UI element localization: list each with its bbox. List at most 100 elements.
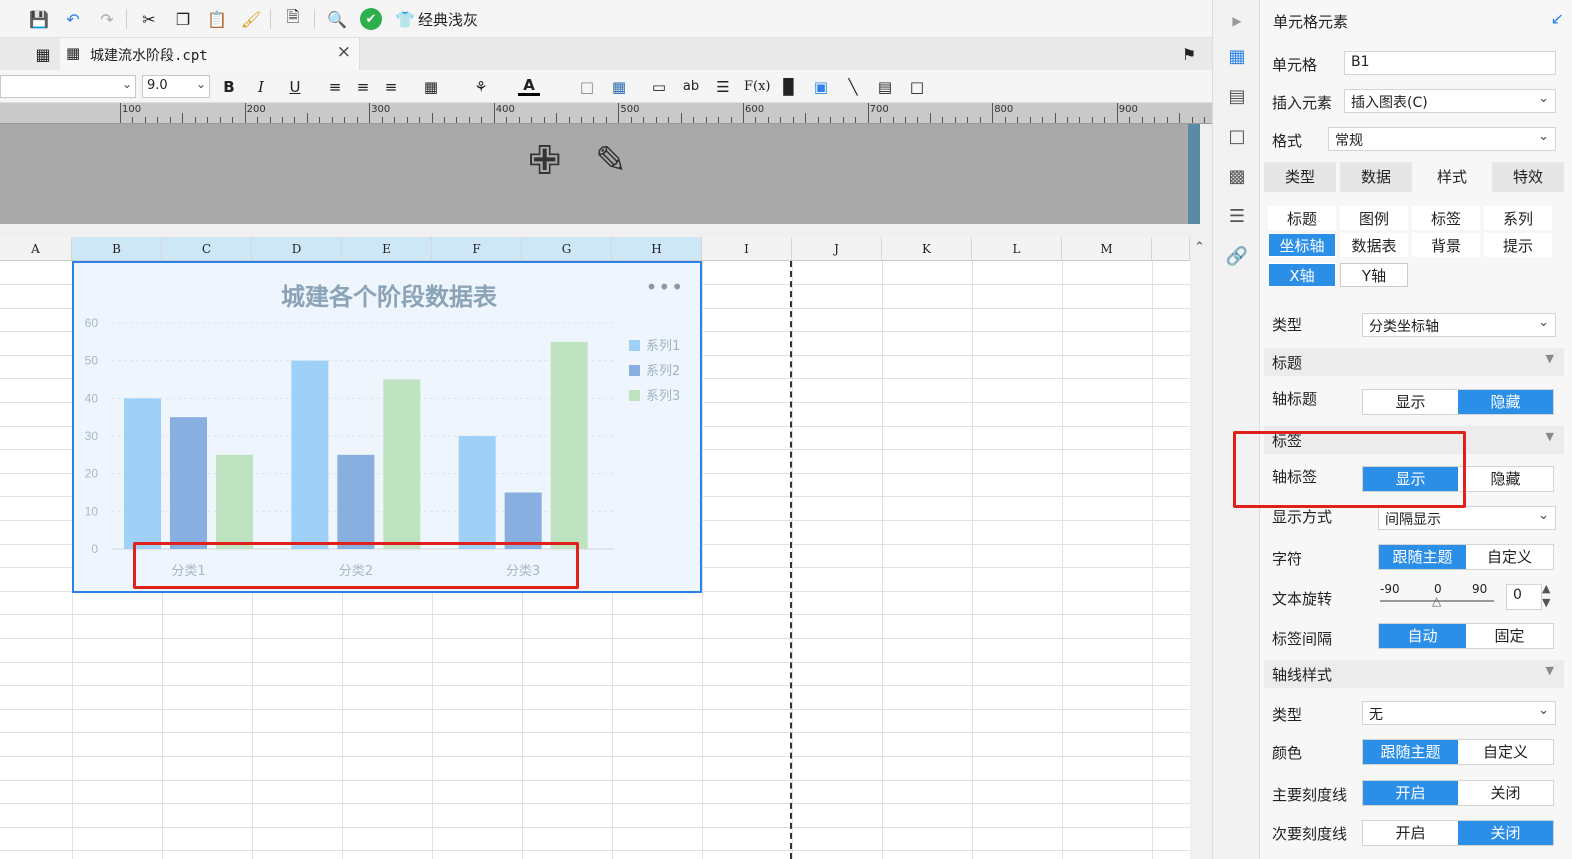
column-header-f[interactable]: F — [432, 237, 522, 261]
chart-icon[interactable]: ▉ — [778, 76, 800, 98]
color-toggle[interactable]: 跟随主题 自定义 — [1362, 739, 1554, 765]
redo-icon[interactable]: ↷ — [96, 8, 118, 30]
float-element-icon[interactable]: □ — [1225, 126, 1249, 150]
chevron-up-icon[interactable]: ⌃ — [1194, 240, 1205, 255]
column-header-a[interactable]: A — [0, 237, 72, 261]
align-right-icon[interactable]: ≡ — [380, 76, 402, 98]
interval-fixed[interactable]: 固定 — [1466, 624, 1553, 648]
section-title[interactable]: 标题 ▼ — [1264, 348, 1564, 376]
tab-effect[interactable]: 特效 — [1492, 162, 1564, 192]
column-header-k[interactable]: K — [882, 237, 972, 261]
pencil-icon[interactable]: ✎ — [595, 138, 627, 182]
axis-title-show[interactable]: 显示 — [1363, 390, 1458, 414]
char-toggle[interactable]: 跟随主题 自定义 — [1378, 544, 1554, 570]
format-painter-icon[interactable]: 🖌 — [240, 8, 262, 30]
axis-label-hide[interactable]: 隐藏 — [1458, 467, 1553, 491]
check-icon[interactable]: ✔ — [360, 8, 382, 30]
eye-slash-icon[interactable]: ✙ — [528, 138, 562, 184]
minor-tick-toggle[interactable]: 开启 关闭 — [1362, 820, 1554, 846]
subtab-axis[interactable]: 坐标轴 — [1268, 233, 1336, 257]
flag-menu-icon[interactable]: ⚑ — [1178, 43, 1200, 65]
color-custom[interactable]: 自定义 — [1458, 740, 1553, 764]
sub-report-icon[interactable]: ▤ — [874, 76, 896, 98]
subtab-label[interactable]: 标签 — [1412, 206, 1480, 230]
font-size-select[interactable]: 9.0 ⌄ — [142, 75, 210, 98]
header-scrollbar[interactable] — [1188, 124, 1200, 224]
slash-icon[interactable]: ╲ — [842, 76, 864, 98]
condition-icon[interactable]: ☰ — [1225, 206, 1249, 230]
legend-item[interactable]: 系列3 — [629, 385, 680, 404]
cell-element-icon[interactable]: ▦ — [1225, 46, 1249, 70]
widget-icon[interactable]: ▩ — [1225, 166, 1249, 190]
save-icon[interactable]: 💾 — [28, 8, 50, 30]
tab-y-axis[interactable]: Y轴 — [1340, 263, 1408, 287]
major-tick-toggle[interactable]: 开启 关闭 — [1362, 780, 1554, 806]
axis-title-toggle[interactable]: 显示 隐藏 — [1362, 389, 1554, 415]
tab-x-axis[interactable]: X轴 — [1268, 263, 1336, 287]
table-icon[interactable]: ▦ — [608, 76, 630, 98]
align-left-icon[interactable]: ≡ — [324, 76, 346, 98]
char-custom[interactable]: 自定义 — [1466, 545, 1553, 569]
section-axis-style[interactable]: 轴线样式 ▼ — [1264, 660, 1564, 688]
column-header-d[interactable]: D — [252, 237, 342, 261]
close-icon[interactable]: × — [337, 42, 351, 62]
char-follow-theme[interactable]: 跟随主题 — [1379, 545, 1466, 569]
insert-text-box-icon[interactable]: ▭ — [648, 76, 670, 98]
insert-select[interactable]: 插入图表(C) ⌄ — [1344, 89, 1556, 113]
font-family-select[interactable]: ⌄ — [0, 75, 136, 98]
chevron-right-icon[interactable]: ▶ — [1225, 14, 1249, 38]
more-insert-icon[interactable]: □ — [906, 76, 928, 98]
subtab-title[interactable]: 标题 — [1268, 206, 1336, 230]
tab-type[interactable]: 类型 — [1264, 162, 1336, 192]
major-tick-off[interactable]: 关闭 — [1458, 781, 1553, 805]
fill-color-icon[interactable]: ⚘ — [470, 76, 492, 98]
rotation-slider-handle[interactable]: △ — [1432, 594, 1441, 608]
image-icon[interactable]: ▣ — [810, 76, 832, 98]
underline-icon[interactable]: U — [284, 76, 306, 98]
line-type-select[interactable]: 无 ⌄ — [1362, 701, 1556, 725]
theme-label[interactable]: 经典浅灰 — [418, 9, 478, 30]
insert-text-icon[interactable]: ab — [680, 76, 702, 98]
column-header-b[interactable]: B — [72, 237, 162, 261]
axis-title-hide[interactable]: 隐藏 — [1458, 390, 1553, 414]
font-color-icon[interactable]: A — [518, 76, 540, 96]
border-icon[interactable]: ▦ — [420, 76, 442, 98]
rotation-stepper-icon[interactable]: ▲ ▼ — [1542, 582, 1550, 610]
column-header-c[interactable]: C — [162, 237, 252, 261]
italic-icon[interactable]: I — [250, 76, 272, 98]
minor-tick-off[interactable]: 关闭 — [1458, 821, 1553, 845]
column-header-g[interactable]: G — [522, 237, 612, 261]
column-header-e[interactable]: E — [342, 237, 432, 261]
rich-text-icon[interactable]: ☰ — [712, 76, 734, 98]
interval-toggle[interactable]: 自动 固定 — [1378, 623, 1554, 649]
merge-icon[interactable]: □ — [576, 76, 598, 98]
subtab-legend[interactable]: 图例 — [1340, 206, 1408, 230]
subtab-tooltip[interactable]: 提示 — [1484, 233, 1552, 257]
major-tick-on[interactable]: 开启 — [1363, 781, 1458, 805]
tab-style[interactable]: 样式 — [1416, 162, 1488, 192]
column-header-m[interactable]: M — [1062, 237, 1152, 261]
column-header-j[interactable]: J — [792, 237, 882, 261]
tab-data[interactable]: 数据 — [1340, 162, 1412, 192]
cut-icon[interactable]: ✂ — [138, 8, 160, 30]
preview-template-icon[interactable]: 🗎 — [282, 7, 304, 30]
subtab-datasheet[interactable]: 数据表 — [1340, 233, 1408, 257]
tab-file[interactable]: ▦ 城建流水阶段.cpt × — [60, 38, 360, 70]
search-preview-icon[interactable]: 🔍 — [326, 8, 348, 30]
paste-icon[interactable]: 📋 — [206, 8, 228, 30]
subtab-background[interactable]: 背景 — [1412, 233, 1480, 257]
sheet-grid-icon[interactable]: ▦ — [32, 43, 54, 65]
column-header-h[interactable]: H — [612, 237, 702, 261]
legend-item[interactable]: 系列2 — [629, 360, 680, 379]
undo-icon[interactable]: ↶ — [62, 8, 84, 30]
pin-icon[interactable]: ↙ — [1551, 9, 1564, 28]
rotation-input[interactable]: 0 — [1506, 584, 1542, 610]
legend-item[interactable]: 系列1 — [629, 335, 680, 354]
column-header-i[interactable]: I — [702, 237, 792, 261]
color-follow-theme[interactable]: 跟随主题 — [1363, 740, 1458, 764]
column-header-l[interactable]: L — [972, 237, 1062, 261]
format-select[interactable]: 常规 ⌄ — [1328, 127, 1556, 151]
cell-attr-icon[interactable]: ▤ — [1225, 86, 1249, 110]
display-mode-select[interactable]: 间隔显示 ⌄ — [1378, 506, 1556, 530]
minor-tick-on[interactable]: 开启 — [1363, 821, 1458, 845]
